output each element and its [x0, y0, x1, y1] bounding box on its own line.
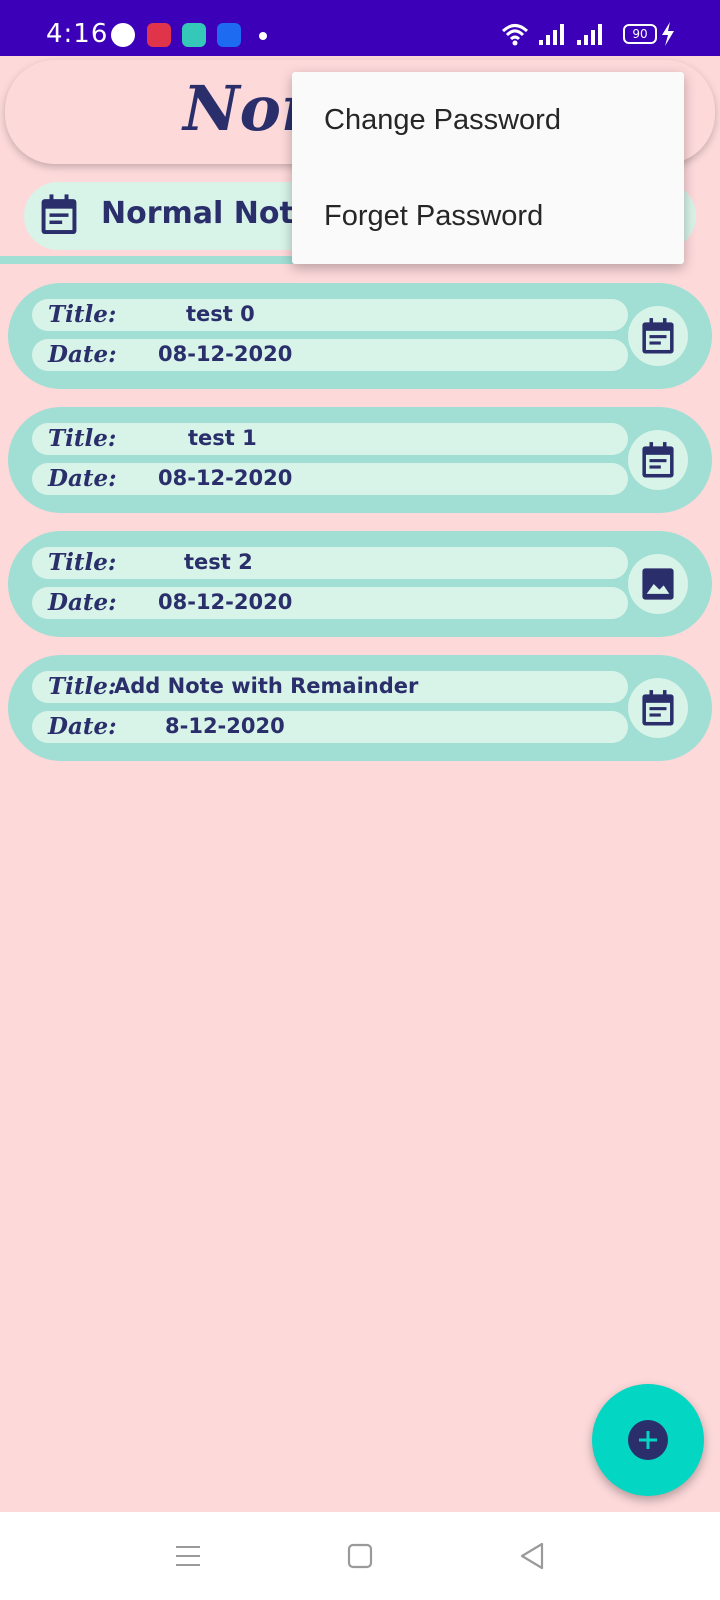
menu-item-forget-password[interactable]: Forget Password — [324, 200, 543, 233]
date-label: Date: — [48, 713, 117, 740]
calendar-note-icon — [642, 689, 674, 725]
note-title: test 2 — [184, 550, 253, 574]
note-date: 08-12-2020 — [158, 342, 293, 366]
screen-record-icon — [147, 23, 171, 47]
note-date-field: Date: 8-12-2020 — [32, 711, 628, 743]
note-title-field: Title: test 2 — [32, 547, 628, 579]
image-icon — [642, 568, 674, 600]
note-title: Add Note with Remainder — [114, 674, 419, 698]
back-icon — [520, 1542, 544, 1570]
gallery-icon — [182, 23, 206, 47]
note-type-button[interactable] — [628, 306, 688, 366]
title-label: Title: — [48, 301, 117, 328]
home-button[interactable] — [330, 1512, 390, 1600]
signal-icon — [577, 24, 602, 45]
usb-icon — [217, 23, 241, 47]
note-date: 8-12-2020 — [165, 714, 285, 738]
note-type-button[interactable] — [628, 430, 688, 490]
add-note-button[interactable] — [592, 1384, 704, 1496]
add-icon — [628, 1420, 668, 1460]
note-date: 08-12-2020 — [158, 466, 293, 490]
note-type-button[interactable] — [628, 554, 688, 614]
note-title-field: Title: test 0 — [32, 299, 628, 331]
calendar-note-icon — [642, 441, 674, 477]
note-type-button[interactable] — [628, 678, 688, 738]
note-date-field: Date: 08-12-2020 — [32, 463, 628, 495]
note-title-field: Title: test 1 — [32, 423, 628, 455]
note-card[interactable]: Title: test 1 Date: 08-12-2020 — [8, 407, 712, 513]
note-date-field: Date: 08-12-2020 — [32, 339, 628, 371]
back-button[interactable] — [502, 1512, 562, 1600]
calendar-note-icon — [642, 317, 674, 353]
overflow-menu: Change Password Forget Password — [292, 72, 684, 264]
charging-icon — [662, 22, 674, 46]
note-title-field: Title: Add Note with Remainder — [32, 671, 628, 703]
menu-icon — [176, 1546, 200, 1566]
battery-icon: 90 — [623, 24, 657, 44]
note-title: test 1 — [188, 426, 257, 450]
title-label: Title: — [48, 425, 117, 452]
recents-button[interactable] — [158, 1512, 218, 1600]
notification-dot-icon — [259, 32, 267, 40]
note-card[interactable]: Title: test 0 Date: 08-12-2020 — [8, 283, 712, 389]
menu-item-change-password[interactable]: Change Password — [324, 104, 561, 137]
note-date-field: Date: 08-12-2020 — [32, 587, 628, 619]
date-label: Date: — [48, 341, 117, 368]
note-title: test 0 — [186, 302, 255, 326]
calendar-note-icon — [41, 194, 77, 234]
wifi-icon — [501, 24, 529, 46]
status-time: 4:16 — [46, 19, 109, 49]
message-icon — [111, 23, 135, 47]
date-label: Date: — [48, 589, 117, 616]
note-date: 08-12-2020 — [158, 590, 293, 614]
title-label: Title: — [48, 549, 117, 576]
note-card[interactable]: Title: Add Note with Remainder Date: 8-1… — [8, 655, 712, 761]
title-label: Title: — [48, 673, 117, 700]
date-label: Date: — [48, 465, 117, 492]
home-icon — [347, 1543, 373, 1569]
system-nav-bar — [0, 1512, 720, 1600]
note-card[interactable]: Title: test 2 Date: 08-12-2020 — [8, 531, 712, 637]
signal-icon — [539, 24, 564, 45]
status-bar: 4:16 90 — [0, 0, 720, 56]
battery-level: 90 — [632, 27, 648, 41]
